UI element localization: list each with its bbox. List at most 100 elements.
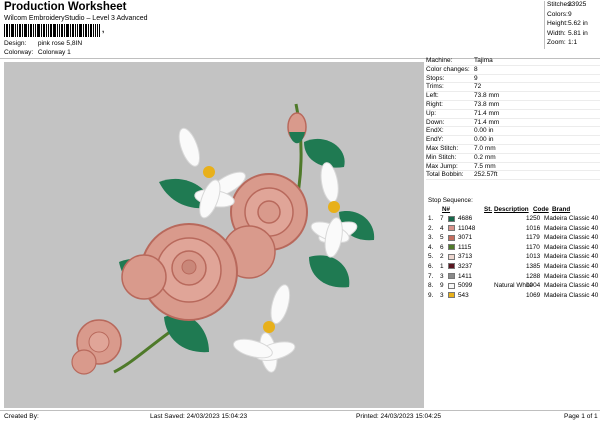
embroidery-design-image <box>71 103 375 375</box>
stitch-count: 1179 <box>526 234 540 242</box>
last-saved: Last Saved: 24/03/2023 15:04:23 <box>150 413 248 420</box>
machine-info-value: 73.8 mm <box>474 92 500 100</box>
stop-number: 6. <box>428 262 434 270</box>
barcode <box>4 24 100 37</box>
thread-brand: Madeira Classic 40 <box>544 272 599 280</box>
machine-info-row: Max Stitch: 7.0 mm <box>426 145 600 154</box>
stitch-count: 1385 <box>526 262 541 270</box>
thread-color-swatch <box>448 253 455 260</box>
stitch-count: 1250 <box>526 215 541 222</box>
stat-row: Zoom: 1:1 <box>547 39 600 49</box>
footer-divider <box>0 410 600 411</box>
thread-color-swatch <box>448 292 455 299</box>
stop-number: 9. <box>428 291 434 299</box>
stop-row: 7. 3 1411 1288 Madeira Classic 40 <box>426 272 600 282</box>
thread-color-swatch <box>448 282 455 289</box>
thread-brand: Madeira Classic 40 <box>544 253 599 261</box>
machine-info-row: Left: 73.8 mm <box>426 92 600 101</box>
machine-info-row: Down: 71.4 mm <box>426 119 600 128</box>
stop-row: 2. 4 11048 1016 Madeira Classic 40 <box>426 224 600 234</box>
stat-label: Width: <box>547 29 566 37</box>
stat-value: 33925 <box>568 1 587 8</box>
needle-number: 4 <box>440 224 444 232</box>
machine-info-label: Color changes: <box>426 65 470 73</box>
stop-row: 1. 7 4686 1250 Madeira Classic 40 <box>426 214 600 224</box>
machine-info-label: Machine: <box>426 57 453 64</box>
machine-info-label: Trims: <box>426 83 444 91</box>
machine-info-value: 252.57ft <box>474 171 498 179</box>
stop-number: 2. <box>428 224 434 232</box>
needle-number: 7 <box>440 215 444 222</box>
thread-number: 1115 <box>458 243 472 251</box>
stitch-count: 1069 <box>526 291 541 299</box>
stat-label: Stitches: <box>547 1 573 8</box>
machine-info-label: Up: <box>426 109 437 117</box>
stop-number: 7. <box>428 272 434 280</box>
thread-number: 4686 <box>458 215 473 222</box>
stitch-count: 1004 <box>526 282 541 290</box>
machine-info-value: 0.00 in <box>474 136 494 144</box>
machine-info-value: 71.4 mm <box>474 118 500 126</box>
machine-info-value: 0.2 mm <box>474 153 496 161</box>
stop-sequence: Stop Sequence: N# St. Description Code B… <box>426 196 600 300</box>
thread-number: 5099 <box>458 282 473 290</box>
stop-row: 3. 5 3071 1179 Madeira Classic 40 <box>426 233 600 243</box>
needle-number: 2 <box>440 253 444 261</box>
needle-number: 5 <box>440 234 444 242</box>
stat-row: Colors:9 <box>547 11 600 21</box>
thread-color-swatch <box>448 215 455 222</box>
stat-row: Stitches:33925 <box>547 1 600 11</box>
machine-info-row: Trims: 72 <box>426 83 600 93</box>
machine-info-label: Min Stitch: <box>426 153 457 161</box>
stat-value: 9 <box>568 10 572 18</box>
thread-number: 3237 <box>458 262 473 270</box>
col-brand: Brand <box>552 206 571 213</box>
machine-info-row: Right: 73.8 mm <box>426 101 600 110</box>
stitch-count: 1170 <box>526 243 540 251</box>
created-by: Created By: <box>4 413 39 420</box>
page-title: Production Worksheet <box>4 1 127 13</box>
machine-info-row: Total Bobbin: 252.57ft <box>426 171 600 181</box>
barcode-suffix: , <box>102 25 105 34</box>
design-name-row: Design: pink rose 5,8IN <box>4 40 82 48</box>
stop-row: 4. 6 1115 1170 Madeira Classic 40 <box>426 243 600 253</box>
stop-sequence-header: N# St. Description Code Brand <box>426 205 600 214</box>
stat-value: 5.81 in <box>568 29 588 37</box>
stop-number: 5. <box>428 253 434 261</box>
thread-number: 1411 <box>458 272 472 280</box>
machine-info-row: Stops: 9 <box>426 75 600 84</box>
thread-number: 3713 <box>458 253 473 261</box>
stop-number: 1. <box>428 215 434 222</box>
stop-number: 4. <box>428 243 434 251</box>
thread-brand: Madeira Classic 40 <box>544 215 599 222</box>
machine-info-label: Left: <box>426 92 439 100</box>
machine-info-value: Tajima <box>474 57 493 64</box>
thread-brand: Madeira Classic 40 <box>544 291 599 299</box>
col-code: Code <box>533 206 549 213</box>
col-n: N# <box>442 206 451 213</box>
machine-info-label: Max Jump: <box>426 162 458 170</box>
machine-info-label: Total Bobbin: <box>426 171 464 179</box>
stat-row: Height:5.62 in <box>547 20 600 30</box>
thread-color-swatch <box>448 234 455 241</box>
page-number: Page 1 of 1 <box>564 413 598 420</box>
stop-row: 6. 1 3237 1385 Madeira Classic 40 <box>426 262 600 272</box>
design-preview <box>4 62 424 408</box>
thread-color-swatch <box>448 225 455 232</box>
thread-brand: Madeira Classic 40 <box>544 282 599 290</box>
stat-value: 1:1 <box>568 39 578 46</box>
stitch-count: 1016 <box>526 224 541 232</box>
machine-info-row: Machine: Tajima <box>426 57 600 66</box>
software-name: Wilcom EmbroideryStudio – Level 3 Advanc… <box>4 15 148 22</box>
machine-info-label: Max Stitch: <box>426 144 459 152</box>
machine-info-value: 0.00 in <box>474 127 494 135</box>
machine-info-value: 73.8 mm <box>474 100 500 108</box>
colorway-row: Colorway: Colorway 1 <box>4 49 71 57</box>
thread-color-swatch <box>448 263 455 270</box>
machine-info-value: 8 <box>474 65 478 73</box>
machine-info-label: EndX: <box>426 127 444 135</box>
machine-info-row: Max Jump: 7.5 mm <box>426 163 600 172</box>
needle-number: 9 <box>440 282 444 290</box>
machine-info-row: Min Stitch: 0.2 mm <box>426 154 600 163</box>
machine-info-label: Down: <box>426 118 445 126</box>
